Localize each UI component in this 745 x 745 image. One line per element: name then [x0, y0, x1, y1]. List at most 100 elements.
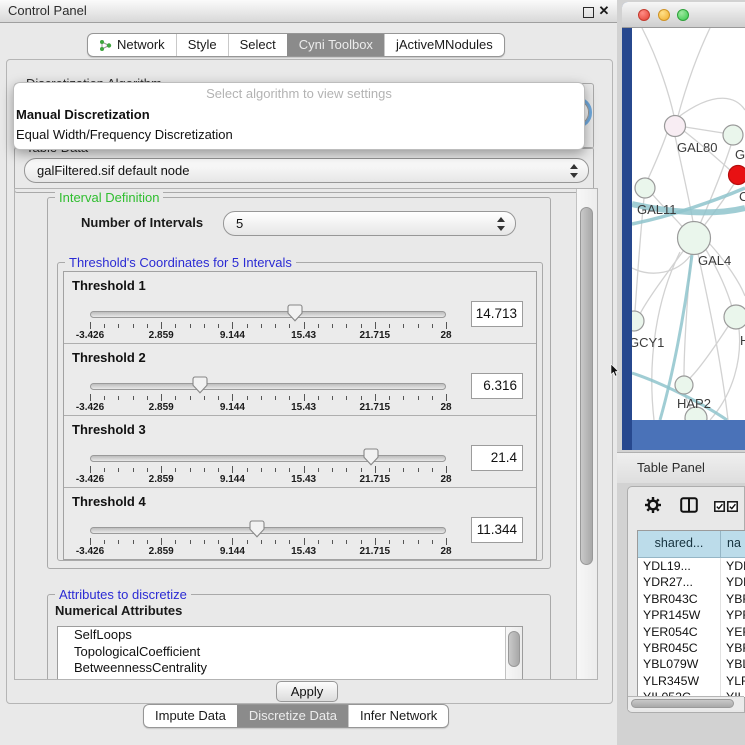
- node-selected-red[interactable]: [729, 166, 745, 185]
- numerical-attributes-list[interactable]: SelfLoopsTopologicalCoefficientBetweenne…: [57, 626, 523, 680]
- table-cell[interactable]: YPR145W: [638, 607, 721, 623]
- panel-scrollbar[interactable]: [576, 189, 597, 679]
- table-hscrollbar-thumb[interactable]: [631, 699, 734, 708]
- slider-thumb[interactable]: [363, 448, 379, 466]
- zoom-traffic-light[interactable]: [677, 9, 689, 21]
- table-row[interactable]: YDR27...YDR2: [638, 574, 745, 590]
- dropdown-option-equal-width[interactable]: Equal Width/Frequency Discretization: [14, 125, 584, 145]
- tab-infer-network[interactable]: Infer Network: [348, 705, 448, 727]
- table-cell[interactable]: YDR2: [721, 574, 745, 590]
- column-header-shared-name[interactable]: shared...: [638, 531, 721, 557]
- threshold-slider[interactable]: -3.426 2.859 9.144 15.43 21.715 28: [90, 416, 446, 487]
- node-h[interactable]: [724, 305, 745, 329]
- node-gal4[interactable]: [678, 222, 711, 255]
- table-row[interactable]: YPR145WYPR1: [638, 607, 745, 623]
- slider-track[interactable]: [90, 455, 446, 462]
- network-window-frame: [622, 28, 632, 450]
- columns-icon[interactable]: [680, 497, 698, 513]
- threshold-value-field[interactable]: 21.4: [471, 445, 523, 471]
- node-top-right[interactable]: [723, 125, 743, 145]
- top-tabbar: Network Style Select Cyni Toolbox jActiv…: [87, 33, 505, 57]
- float-window-icon[interactable]: [583, 7, 594, 18]
- threshold-panel: Threshold 3 -3.426 2.859 9.144 15.43 21.…: [64, 416, 536, 488]
- table-cell[interactable]: YBL079W: [638, 656, 721, 672]
- tab-jactivemnodules[interactable]: jActiveMNodules: [384, 34, 504, 56]
- list-scrollbar[interactable]: [505, 627, 522, 679]
- tab-select[interactable]: Select: [228, 34, 287, 56]
- attribute-item[interactable]: TopologicalCoefficient: [58, 644, 522, 661]
- slider-track[interactable]: [90, 311, 446, 318]
- network-window-titlebar[interactable]: [622, 2, 745, 28]
- threshold-slider[interactable]: -3.426 2.859 9.144 15.43 21.715 28: [90, 488, 446, 559]
- table-cell[interactable]: YLR3: [721, 673, 745, 689]
- close-traffic-light[interactable]: [638, 9, 650, 21]
- node-gal80[interactable]: [665, 116, 686, 137]
- threshold-value-field[interactable]: 14.713: [471, 301, 523, 327]
- node-label-h: H: [740, 333, 745, 348]
- table-data-combobox[interactable]: galFiltered.sif default node: [24, 158, 589, 183]
- table-panel-title: Table Panel: [637, 453, 705, 483]
- threshold-value-field[interactable]: 6.316: [471, 373, 523, 399]
- minimize-traffic-light[interactable]: [658, 9, 670, 21]
- threshold-value-field[interactable]: 11.344: [471, 517, 523, 543]
- node-label-gal11: GAL11: [637, 202, 677, 217]
- column-header-name[interactable]: na: [721, 531, 745, 557]
- threshold-slider[interactable]: -3.426 2.859 9.144 15.43 21.715 28: [90, 344, 446, 415]
- tick-label: 21.715: [360, 402, 391, 413]
- tick-label: 28: [440, 546, 451, 557]
- table-cell[interactable]: YBR0: [721, 640, 745, 656]
- tab-label: Network: [117, 34, 165, 56]
- checkbox-icon[interactable]: [714, 501, 725, 512]
- table-cell[interactable]: YBL0: [721, 656, 745, 672]
- table-row[interactable]: YBR045CYBR0: [638, 640, 745, 656]
- table-cell[interactable]: YDL19...: [638, 558, 721, 574]
- list-scrollbar-thumb[interactable]: [508, 631, 520, 667]
- attribute-item[interactable]: SelfLoops: [58, 627, 522, 644]
- node-gcy1[interactable]: [632, 311, 644, 331]
- table-cell[interactable]: YER0: [721, 624, 745, 640]
- table-cell[interactable]: YDL1: [721, 558, 745, 574]
- close-icon[interactable]: ✕: [597, 2, 611, 20]
- tab-discretize-data[interactable]: Discretize Data: [237, 705, 348, 727]
- table-row[interactable]: YLR345WYLR3: [638, 673, 745, 689]
- slider-track[interactable]: [90, 527, 446, 534]
- slider-thumb[interactable]: [287, 304, 303, 322]
- node-label-hap2: HAP2: [677, 396, 711, 411]
- attribute-item[interactable]: BetweennessCentrality: [58, 660, 522, 677]
- tab-network[interactable]: Network: [88, 34, 176, 56]
- node-label-c: C: [739, 189, 745, 204]
- table-row[interactable]: YER054CYER0: [638, 624, 745, 640]
- panel-scrollbar-thumb[interactable]: [580, 207, 593, 565]
- table-cell[interactable]: YBR045C: [638, 640, 721, 656]
- table-cell[interactable]: YDR27...: [638, 574, 721, 590]
- table-cell[interactable]: YER054C: [638, 624, 721, 640]
- number-of-intervals-combobox[interactable]: 5: [223, 211, 516, 236]
- tab-impute-data[interactable]: Impute Data: [144, 705, 237, 727]
- tick-label: -3.426: [76, 474, 104, 485]
- table-horizontal-scrollbar[interactable]: [628, 696, 744, 710]
- apply-button[interactable]: Apply: [276, 681, 338, 702]
- tab-style[interactable]: Style: [176, 34, 228, 56]
- node-hap2[interactable]: [675, 376, 693, 394]
- tick-label: 9.144: [220, 330, 245, 341]
- tab-cyni-toolbox[interactable]: Cyni Toolbox: [287, 34, 384, 56]
- slider-track[interactable]: [90, 383, 446, 390]
- table-row[interactable]: YBL079WYBL0: [638, 656, 745, 672]
- threshold-slider[interactable]: -3.426 2.859 9.144 15.43 21.715 28: [90, 272, 446, 343]
- gear-icon[interactable]: [644, 496, 662, 514]
- checkbox-icon[interactable]: [727, 501, 738, 512]
- network-canvas[interactable]: GAL80 G C GAL11 GAL4 GCY1 H HAP2: [632, 28, 745, 420]
- table-row[interactable]: YDL19...YDL1: [638, 558, 745, 574]
- settings-scrollpane: Interval Definition Number of Intervals …: [14, 188, 598, 680]
- threshold-panel: Threshold 1 -3.426 2.859 9.144 15.43 21.…: [64, 272, 536, 344]
- table-row[interactable]: YBR043CYBR0: [638, 591, 745, 607]
- table-cell[interactable]: YLR345W: [638, 673, 721, 689]
- table-cell[interactable]: YPR1: [721, 607, 745, 623]
- slider-thumb[interactable]: [249, 520, 265, 538]
- dropdown-option-manual[interactable]: Manual Discretization: [14, 105, 584, 125]
- table-cell[interactable]: YBR0: [721, 591, 745, 607]
- combo-arrows-icon: [497, 217, 505, 231]
- node-gal11[interactable]: [635, 178, 655, 198]
- table-cell[interactable]: YBR043C: [638, 591, 721, 607]
- slider-thumb[interactable]: [192, 376, 208, 394]
